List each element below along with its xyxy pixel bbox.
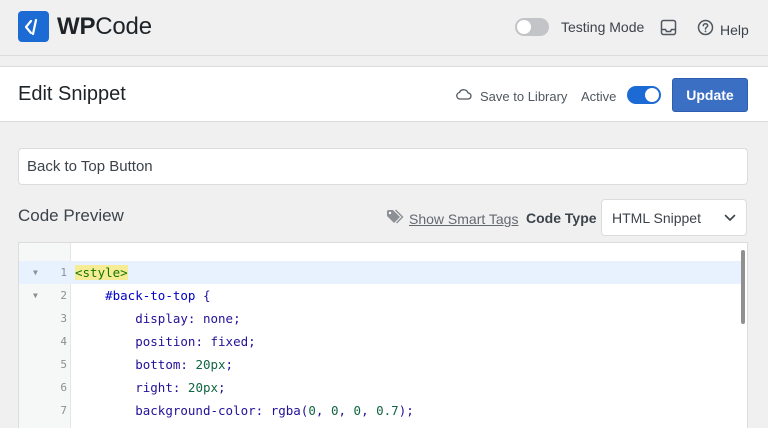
edit-snippet-header: Edit Snippet Save to Library Active Upda… (0, 66, 768, 122)
code-text: display: none; (135, 311, 241, 326)
brand-name: WPCode (57, 12, 152, 40)
wpcode-logo[interactable]: WPCode (18, 11, 152, 42)
line-number: 7 (60, 404, 67, 417)
help-label: Help (720, 22, 749, 38)
code-line[interactable]: 5 bottom: 20px; (19, 353, 743, 376)
top-bar: WPCode Testing Mode Help (0, 0, 768, 56)
update-button[interactable]: Update (672, 78, 748, 112)
testing-mode-label: Testing Mode (561, 19, 645, 35)
inbox-icon[interactable] (660, 19, 677, 41)
code-line[interactable]: 3 display: none; (19, 307, 743, 330)
code-type-value: HTML Snippet (612, 209, 701, 226)
code-text: position: fixed; (135, 334, 256, 349)
show-smart-tags-label: Show Smart Tags (409, 211, 519, 227)
code-text: right: 20px; (135, 380, 226, 395)
code-brackets-icon (18, 11, 49, 42)
code-type-label: Code Type (526, 210, 597, 226)
code-text: <style> (75, 265, 128, 280)
code-line[interactable]: 7 background-color: rgba(0, 0, 0, 0.7); (19, 399, 743, 422)
line-number: 1 (60, 266, 67, 279)
code-line[interactable]: ▼ 2 #back-to-top { (19, 284, 743, 307)
code-line[interactable]: 4 position: fixed; (19, 330, 743, 353)
help-circle-icon (697, 19, 714, 41)
show-smart-tags-link[interactable]: Show Smart Tags (386, 209, 518, 229)
editor-scrollbar[interactable] (741, 250, 745, 324)
line-number: 5 (60, 358, 67, 371)
tag-icon (386, 209, 405, 229)
help-link[interactable]: Help (697, 19, 749, 41)
line-number: 2 (60, 289, 67, 302)
line-number: 6 (60, 381, 67, 394)
snippet-title-input[interactable] (18, 148, 748, 185)
save-to-library-button[interactable]: Save to Library (455, 87, 567, 105)
code-editor[interactable]: ▼ 1 <style> ▼ 2 #back-to-top { 3 display: non… (18, 242, 748, 428)
fold-arrow-icon[interactable]: ▼ (33, 284, 38, 307)
code-line[interactable]: ▼ 1 <style> (19, 261, 743, 284)
chevron-down-icon (724, 209, 736, 227)
code-text: #back-to-top { (105, 288, 211, 303)
page-title: Edit Snippet (18, 83, 126, 105)
code-line[interactable]: 6 right: 20px; (19, 376, 743, 399)
code-type-select[interactable]: HTML Snippet (601, 199, 747, 236)
line-number: 3 (60, 312, 67, 325)
cloud-icon (455, 87, 472, 105)
testing-mode-control: Testing Mode (515, 18, 644, 36)
fold-arrow-icon[interactable]: ▼ (33, 261, 38, 284)
code-preview-label: Code Preview (18, 206, 124, 225)
testing-mode-toggle[interactable] (515, 18, 549, 36)
save-to-library-label: Save to Library (480, 88, 568, 104)
code-lines: ▼ 1 <style> ▼ 2 #back-to-top { 3 display: non… (19, 261, 743, 422)
code-text: background-color: rgba(0, 0, 0, 0.7); (135, 403, 414, 418)
line-number: 4 (60, 335, 67, 348)
code-text: bottom: 20px; (135, 357, 234, 372)
active-label: Active (581, 89, 617, 104)
active-toggle[interactable] (627, 86, 661, 104)
